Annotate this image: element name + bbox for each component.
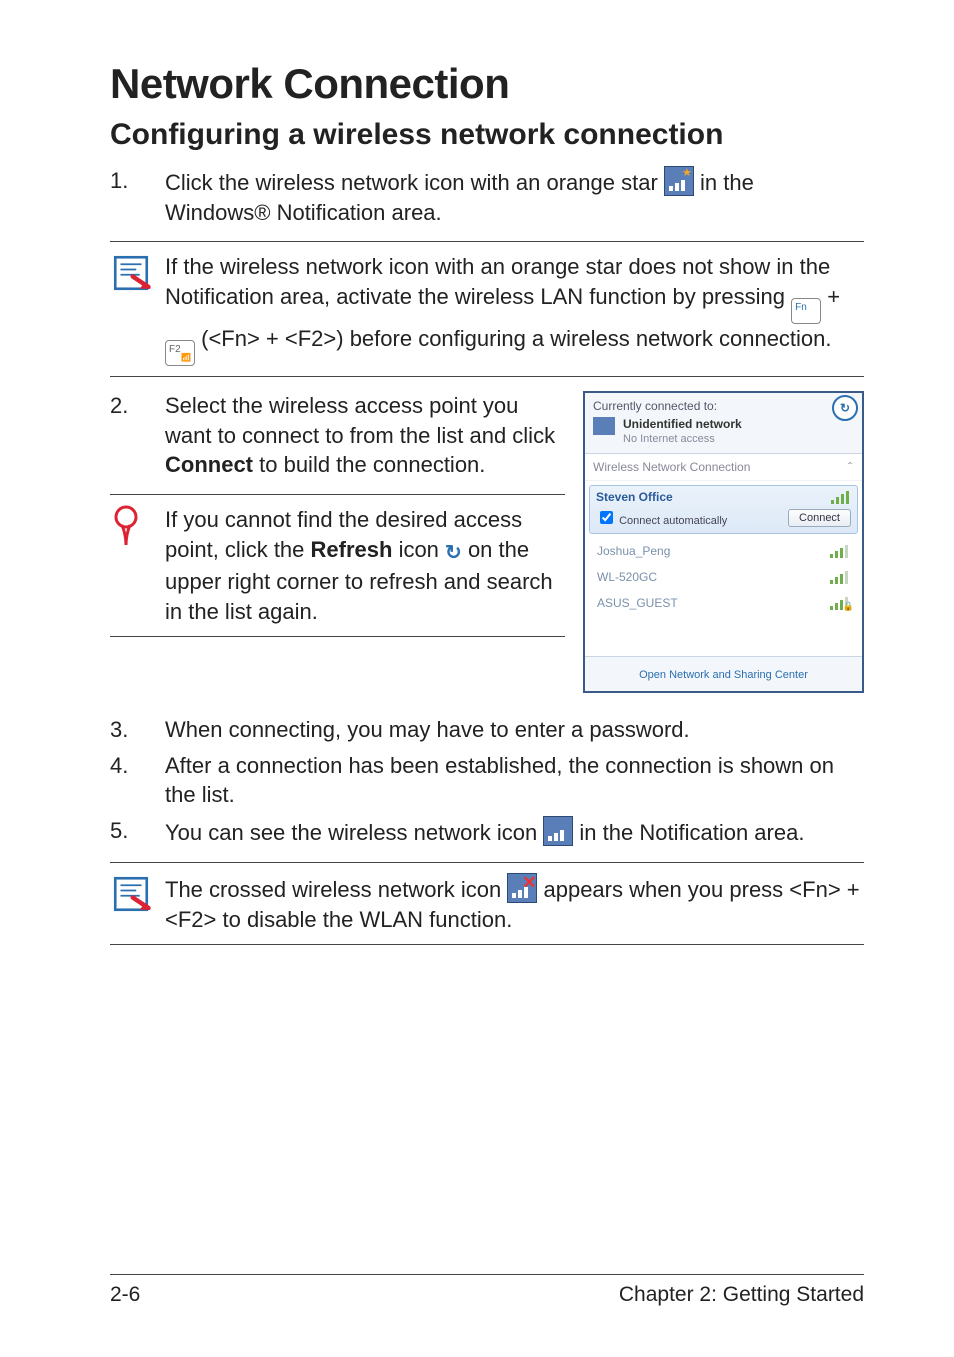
signal-icon — [830, 570, 850, 584]
flyout-header: Currently connected to: — [593, 399, 854, 413]
connect-button[interactable]: Connect — [788, 509, 851, 527]
unidentified-network-label: Unidentified network — [623, 417, 742, 431]
step-1: 1. Click the wireless network icon with … — [110, 166, 864, 227]
refresh-button[interactable]: ↻ — [832, 395, 858, 421]
open-network-center-link[interactable]: Open Network and Sharing Center — [639, 669, 808, 681]
step-5: 5. You can see the wireless network icon… — [110, 816, 864, 848]
step-2: 2. Select the wireless access point you … — [110, 391, 565, 480]
step-text: in the Notification area. — [579, 820, 804, 845]
tip-icon — [110, 505, 142, 549]
step-3: 3. When connecting, you may have to ente… — [110, 715, 864, 745]
wireless-icon — [543, 816, 573, 846]
ap-name: WL-520GC — [597, 570, 657, 584]
note-box: If the wireless network icon with an ora… — [110, 241, 864, 377]
step-text: Select the wireless access point you wan… — [165, 393, 555, 448]
step-text: Click the wireless network icon with an … — [165, 170, 664, 195]
step-number: 3. — [110, 715, 165, 745]
note-text: If the wireless network icon with an ora… — [165, 254, 830, 309]
ap-name: Joshua_Peng — [597, 544, 670, 558]
page-number: 2-6 — [110, 1283, 140, 1307]
network-flyout-screenshot: ↻ Currently connected to: Unidentified n… — [583, 391, 864, 693]
step-text: You can see the wireless network icon — [165, 820, 543, 845]
selected-access-point[interactable]: Steven Office Connect automatically Conn… — [589, 485, 858, 534]
signal-icon: 🔒 — [830, 596, 850, 610]
step-number: 2. — [110, 391, 165, 480]
f2-key-icon: F2📶 — [165, 340, 195, 366]
section-title: Configuring a wireless network connectio… — [110, 118, 864, 152]
refresh-bold: Refresh — [311, 537, 393, 562]
step-4: 4. After a connection has been establish… — [110, 751, 864, 810]
signal-icon — [831, 490, 851, 504]
note-icon — [110, 252, 152, 294]
step-number: 4. — [110, 751, 165, 810]
note-icon — [110, 873, 152, 915]
note-box: The crossed wireless network icon ✕ appe… — [110, 862, 864, 945]
note-text: (<Fn> + <F2>) before configuring a wirel… — [201, 326, 831, 351]
page-footer: 2-6 Chapter 2: Getting Started — [110, 1274, 864, 1307]
signal-icon — [830, 544, 850, 558]
connect-bold: Connect — [165, 452, 253, 477]
wireless-icon-orange-star: ★ — [664, 166, 694, 196]
step-text: to build the connection. — [259, 452, 485, 477]
tip-box: If you cannot find the desired access po… — [110, 494, 565, 637]
ap-name: Steven Office — [596, 490, 673, 504]
ap-item[interactable]: ASUS_GUEST 🔒 — [585, 590, 862, 616]
refresh-icon: ↻ — [445, 542, 462, 564]
tip-text: icon — [399, 537, 445, 562]
ap-name: ASUS_GUEST — [597, 596, 678, 610]
collapse-icon[interactable]: ˆ — [848, 460, 852, 474]
wireless-section-label: Wireless Network Connection ˆ — [585, 454, 862, 481]
chapter-label: Chapter 2: Getting Started — [619, 1283, 864, 1307]
fn-key-icon: Fn — [791, 298, 821, 324]
auto-checkbox[interactable] — [600, 511, 613, 524]
note-text: The crossed wireless network icon — [165, 877, 507, 902]
step-number: 5. — [110, 816, 165, 848]
connect-automatically-checkbox[interactable]: Connect automatically — [596, 508, 727, 527]
step-text: When connecting, you may have to enter a… — [165, 715, 864, 745]
page-title: Network Connection — [110, 60, 864, 108]
step-text: After a connection has been established,… — [165, 751, 864, 810]
step-number: 1. — [110, 166, 165, 227]
lock-icon: 🔒 — [843, 601, 854, 612]
ap-item[interactable]: WL-520GC — [585, 564, 862, 590]
no-internet-label: No Internet access — [623, 433, 715, 445]
network-icon — [593, 417, 615, 435]
ap-item[interactable]: Joshua_Peng — [585, 538, 862, 564]
plus-sign: + — [827, 284, 840, 309]
wireless-icon-crossed: ✕ — [507, 873, 537, 903]
